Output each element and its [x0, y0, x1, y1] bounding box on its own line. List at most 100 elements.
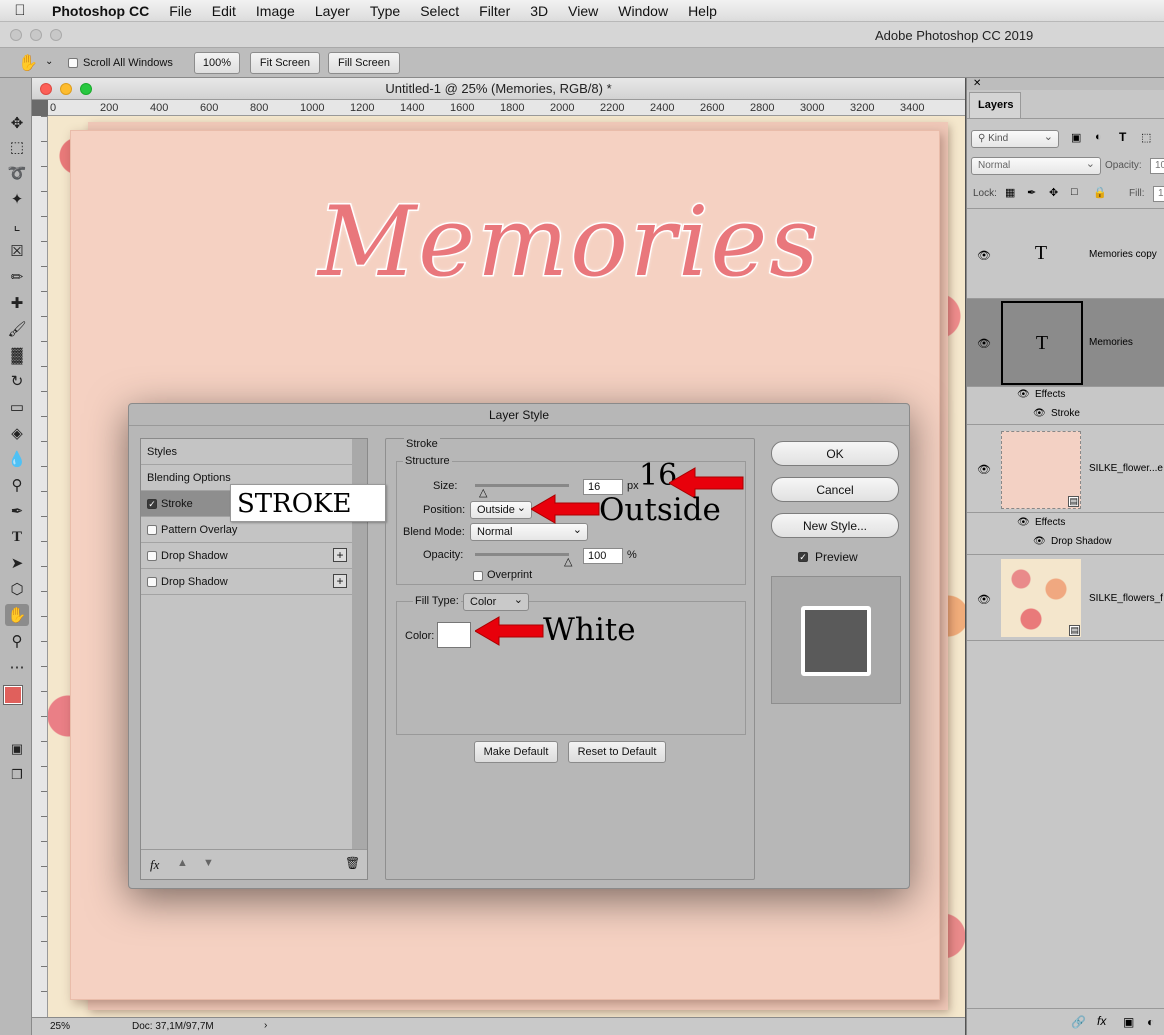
apple-icon[interactable]:  [0, 2, 40, 19]
zoom-tool-icon[interactable]: ⚲ [5, 630, 29, 652]
drop-shadow-checkbox[interactable] [147, 577, 157, 587]
frame-tool-icon[interactable]: ☒ [5, 240, 29, 262]
lock-move-icon[interactable]: ✥ [1049, 186, 1058, 199]
lock-all-icon[interactable]: 🔒 [1093, 186, 1107, 199]
layer-row[interactable]: 👁 ▤ SILKE_flowers_f [967, 555, 1164, 641]
menu-edit[interactable]: Edit [202, 3, 246, 19]
menu-file[interactable]: File [159, 3, 202, 19]
filter-kind-select[interactable]: ⚲ Kind [971, 129, 1059, 148]
horizontal-ruler[interactable]: 0 200 400 600 800 1000 1200 1400 1600 18… [48, 100, 965, 116]
opacity-input[interactable]: 100 [583, 548, 623, 564]
eye-icon[interactable]: 👁 [1033, 408, 1046, 419]
lock-transparent-icon[interactable]: ▦ [1005, 186, 1015, 199]
type-tool-icon[interactable]: T [5, 526, 29, 548]
screen-mode-icon[interactable]: ❐ [5, 764, 29, 786]
magic-wand-tool-icon[interactable]: ✦ [5, 188, 29, 210]
chevron-down-icon[interactable]: ⌄ [45, 56, 53, 67]
layer-row[interactable]: 👁 T Memories [967, 299, 1164, 387]
fx-icon[interactable]: fx [150, 857, 159, 873]
move-tool-icon[interactable]: ✥ [5, 112, 29, 134]
blur-tool-icon[interactable]: 💧 [5, 448, 29, 470]
opacity-slider-track[interactable] [475, 553, 569, 556]
eye-icon[interactable]: 👁 [977, 337, 991, 350]
minimize-window-button[interactable] [30, 29, 42, 41]
cancel-button[interactable]: Cancel [771, 477, 899, 502]
filter-adjustment-icon[interactable]: ◐ [1095, 131, 1102, 143]
marquee-tool-icon[interactable]: ⬚ [5, 136, 29, 158]
fit-screen-button[interactable]: Fit Screen [250, 52, 320, 74]
layer-name[interactable]: SILKE_flowers_f [1089, 593, 1163, 604]
fx-icon[interactable]: fx [1097, 1014, 1106, 1028]
overprint-checkbox[interactable] [473, 571, 483, 581]
layer-row[interactable]: 👁 T Memories copy [967, 209, 1164, 299]
crop-tool-icon[interactable]: ⌞ [5, 214, 29, 236]
menu-help[interactable]: Help [678, 3, 727, 19]
menu-layer[interactable]: Layer [305, 3, 360, 19]
make-default-button[interactable]: Make Default [474, 741, 558, 763]
scroll-all-windows-checkbox[interactable] [68, 58, 78, 68]
eye-icon[interactable]: 👁 [1017, 389, 1030, 400]
drop-shadow-item[interactable]: Drop Shadow + [141, 543, 352, 569]
add-drop-shadow-icon[interactable]: + [333, 574, 347, 588]
eye-icon[interactable]: 👁 [977, 463, 991, 476]
menu-select[interactable]: Select [410, 3, 469, 19]
vertical-ruler[interactable] [32, 116, 48, 1017]
healing-brush-tool-icon[interactable]: ✚ [5, 292, 29, 314]
filter-pixel-icon[interactable]: ▣ [1071, 131, 1081, 144]
dodge-tool-icon[interactable]: ⚲ [5, 474, 29, 496]
size-slider-handle[interactable]: △ [479, 486, 487, 499]
hand-tool-icon[interactable]: ✋ [18, 53, 38, 73]
paint-bucket-tool-icon[interactable]: ◈ [5, 422, 29, 444]
pen-tool-icon[interactable]: ✒ [5, 500, 29, 522]
eye-icon[interactable]: 👁 [1033, 536, 1046, 547]
zoom-100-button[interactable]: 100% [194, 52, 240, 74]
add-mask-icon[interactable]: ▣ [1123, 1015, 1134, 1029]
pattern-overlay-checkbox[interactable] [147, 525, 157, 535]
lock-artboard-icon[interactable]: □ [1071, 186, 1078, 198]
layer-name[interactable]: Memories [1089, 337, 1133, 348]
chevron-right-icon[interactable]: › [264, 1020, 267, 1031]
color-swatch[interactable] [437, 622, 471, 648]
minimize-document-button[interactable] [60, 83, 72, 95]
lock-brush-icon[interactable]: ✒ [1027, 186, 1036, 199]
status-zoom[interactable]: 25% [50, 1021, 70, 1032]
close-document-button[interactable] [40, 83, 52, 95]
history-brush-tool-icon[interactable]: ↻ [5, 370, 29, 392]
move-up-icon[interactable]: ▲ [177, 857, 188, 869]
position-select[interactable]: Outside [470, 500, 532, 519]
menu-window[interactable]: Window [608, 3, 678, 19]
eye-icon[interactable]: 👁 [977, 593, 991, 606]
menu-filter[interactable]: Filter [469, 3, 520, 19]
shape-tool-icon[interactable]: ⬡ [5, 578, 29, 600]
foreground-color-swatch[interactable] [3, 685, 23, 705]
size-slider-track[interactable] [475, 484, 569, 487]
eraser-tool-icon[interactable]: ▭ [5, 396, 29, 418]
blend-mode-select[interactable]: Normal [470, 522, 588, 541]
stroke-checkbox[interactable]: ✓ [147, 499, 157, 509]
blend-mode-select[interactable]: Normal [971, 156, 1101, 175]
tab-layers[interactable]: Layers [969, 92, 1021, 118]
brush-tool-icon[interactable]: 🖌 [5, 318, 29, 340]
opacity-slider-handle[interactable]: △ [564, 555, 572, 568]
adjustment-icon[interactable]: ◐ [1147, 1015, 1154, 1029]
zoom-window-button[interactable] [50, 29, 62, 41]
drop-shadow-item[interactable]: Drop Shadow + [141, 569, 352, 595]
new-style-button[interactable]: New Style... [771, 513, 899, 538]
link-layers-icon[interactable]: 🔗 [1071, 1015, 1086, 1029]
close-window-button[interactable] [10, 29, 22, 41]
layer-row[interactable]: 👁 ▤ SILKE_flower...e [967, 425, 1164, 513]
reset-to-default-button[interactable]: Reset to Default [568, 741, 666, 763]
hand-tool-icon[interactable]: ✋ [5, 604, 29, 626]
drop-shadow-checkbox[interactable] [147, 551, 157, 561]
trash-icon[interactable]: 🗑 [345, 856, 360, 870]
opacity-input[interactable]: 10 [1150, 158, 1164, 174]
preview-checkbox[interactable]: ✓ [798, 552, 808, 562]
quick-mask-icon[interactable]: ▣ [5, 738, 29, 760]
effect-item[interactable]: Stroke [1051, 408, 1080, 419]
close-panel-icon[interactable]: ✕ [967, 78, 1164, 90]
stamp-tool-icon[interactable]: ▓ [5, 344, 29, 366]
menu-app[interactable]: Photoshop CC [40, 3, 159, 19]
lasso-tool-icon[interactable]: ➰ [5, 162, 29, 184]
add-drop-shadow-icon[interactable]: + [333, 548, 347, 562]
fill-type-select[interactable]: Color [463, 592, 529, 611]
